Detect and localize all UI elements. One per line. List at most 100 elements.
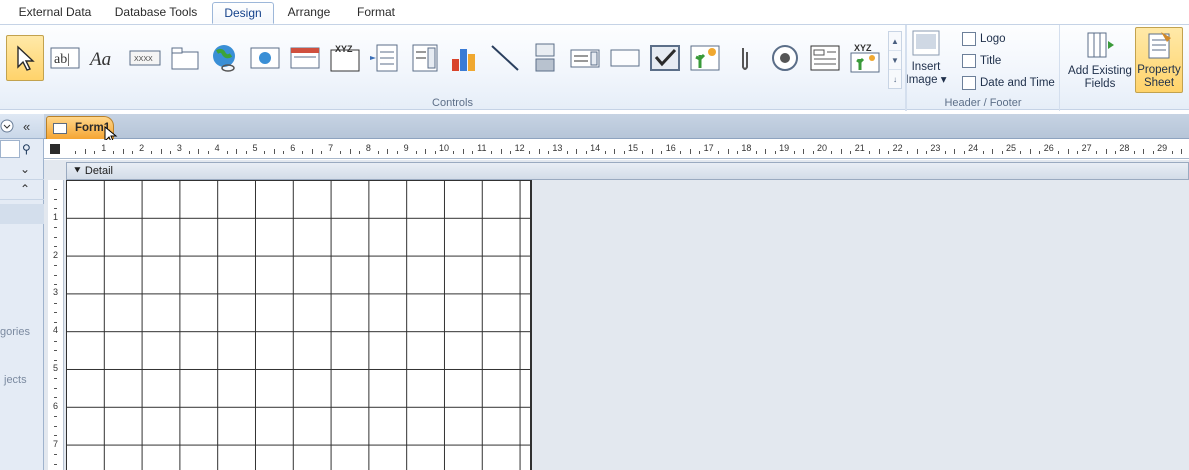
ruler-tick (321, 151, 323, 154)
tab-database-tools[interactable]: Database Tools (106, 2, 206, 24)
vertical-ruler-tick (54, 227, 57, 229)
ruler-tick (264, 151, 266, 154)
navigation-pane-controls: « (0, 119, 30, 134)
select-pointer-button[interactable] (6, 35, 44, 81)
line-button[interactable] (486, 35, 524, 81)
ruler-tick (358, 151, 360, 154)
ruler-number: 21 (854, 143, 865, 153)
ruler-number: 10 (438, 143, 450, 153)
ruler-tick (1096, 151, 1098, 154)
add-existing-fields-label-line2: Fields (1084, 78, 1116, 90)
gallery-more-icon[interactable]: ↓ (889, 70, 901, 89)
search-icon[interactable]: ⚲ (22, 142, 31, 156)
navigation-selected-row[interactable] (0, 204, 44, 224)
svg-text:XYZ: XYZ (335, 44, 353, 54)
ruler-tick (1020, 151, 1022, 154)
hyperlink-button[interactable] (206, 35, 244, 81)
tab-format[interactable]: Format (346, 2, 406, 24)
ruler-tick (680, 151, 682, 154)
ruler-number: 14 (590, 143, 601, 153)
subform-button[interactable] (806, 35, 844, 81)
ruler-tick (604, 151, 606, 154)
ruler-tick (963, 151, 965, 154)
gallery-scroll-up-icon[interactable]: ▲ (889, 32, 901, 51)
toggle-button-button[interactable] (526, 35, 564, 81)
add-existing-fields-button[interactable]: Add Existing Fields (1066, 29, 1134, 91)
logo-button[interactable]: Logo (962, 30, 1006, 48)
text-box-button[interactable]: ab| (46, 35, 84, 81)
check-box-icon (650, 45, 680, 71)
bound-object-frame-button[interactable]: XYZ (846, 35, 884, 81)
navigation-objects-fragment: jects (4, 374, 27, 386)
option-button-button[interactable] (766, 35, 804, 81)
ruler-number: 20 (816, 143, 828, 153)
tab-control-icon (171, 47, 199, 70)
svg-text:XXXX: XXXX (134, 56, 153, 63)
ruler-tick (907, 151, 909, 154)
tab-external-data[interactable]: External Data (10, 2, 100, 24)
ruler-number: 29 (1157, 143, 1168, 153)
svg-text:ab|: ab| (54, 52, 70, 67)
ruler-tick (774, 151, 776, 154)
vertical-ruler-tick (54, 454, 57, 456)
ruler-number: 16 (665, 143, 676, 153)
ruler-tick (689, 149, 691, 154)
property-sheet-button[interactable]: Property Sheet (1135, 27, 1183, 93)
ruler-tick (453, 151, 455, 154)
controls-gallery-scroll[interactable]: ▲ ▼ ↓ (888, 31, 902, 89)
gallery-scroll-down-icon[interactable]: ▼ (889, 51, 901, 70)
option-group-button[interactable]: XYZ (326, 35, 364, 81)
ruler-tick (651, 149, 653, 154)
navigation-control-button[interactable] (286, 35, 324, 81)
unbound-object-frame-button[interactable] (686, 35, 724, 81)
attachment-button[interactable] (726, 35, 764, 81)
rectangle-button[interactable] (606, 35, 644, 81)
ruler-number: 8 (365, 143, 371, 153)
button-icon: XXXX (129, 50, 161, 66)
list-box-button[interactable] (566, 35, 604, 81)
vertical-ruler-number: 5 (53, 363, 59, 373)
ruler-tick (198, 149, 200, 154)
vertical-ruler-tick (54, 397, 57, 399)
ruler-tick (1114, 151, 1116, 154)
ruler-tick (765, 149, 767, 154)
combo-box-button[interactable] (406, 35, 444, 81)
ruler-tick (1171, 151, 1173, 154)
web-browser-button[interactable] (246, 35, 284, 81)
vertical-ruler-tick (54, 321, 57, 323)
horizontal-ruler: 1 2 3 4 5 6 7 8 9 10 11 12 13 14 15 16 17 18 19 20 21 22 23 24 2… (44, 140, 1189, 159)
navigation-search-input[interactable] (0, 140, 20, 158)
ruler-tick (1077, 151, 1079, 154)
label-button[interactable]: Aa (86, 35, 124, 81)
check-box-button[interactable] (646, 35, 684, 81)
ruler-tick (500, 149, 502, 154)
expand-all-icon[interactable]: ⌃ (0, 182, 44, 200)
tab-control-button[interactable] (166, 35, 204, 81)
tab-arrange[interactable]: Arrange (280, 2, 338, 24)
ruler-tick (1039, 151, 1041, 154)
form-design-surface: ⯆ Detail 1 2 3 4 5 6 7 (44, 160, 1189, 470)
date-and-time-button[interactable]: Date and Time (962, 74, 1055, 92)
ruler-number: 26 (1043, 143, 1054, 153)
ribbon-tab-bar: External Data Database Tools Design Arra… (0, 0, 1189, 24)
ruler-number: 25 (1005, 143, 1017, 153)
detail-section-grid[interactable] (66, 180, 532, 470)
chart-button[interactable] (446, 35, 484, 81)
label-icon: Aa (88, 49, 111, 70)
ruler-number: 9 (403, 143, 409, 153)
title-label: Title (980, 55, 1002, 67)
ruler-tick (273, 149, 275, 154)
ruler-tick (151, 151, 153, 154)
ruler-tick (1105, 149, 1107, 154)
detail-section-bar[interactable]: ⯆ Detail (66, 162, 1189, 180)
button-control-button[interactable]: XXXX (126, 35, 164, 81)
ruler-tick (803, 149, 805, 154)
tab-design[interactable]: Design (212, 2, 274, 24)
ruler-tick (396, 151, 398, 154)
title-button[interactable]: Title (962, 52, 1001, 70)
page-break-button[interactable] (366, 35, 404, 81)
ruler-tick (491, 151, 493, 154)
collapse-all-icon[interactable]: ⌄ (0, 162, 44, 180)
ruler-select-form-box[interactable] (50, 144, 60, 154)
text-box-icon: ab| (50, 47, 80, 69)
